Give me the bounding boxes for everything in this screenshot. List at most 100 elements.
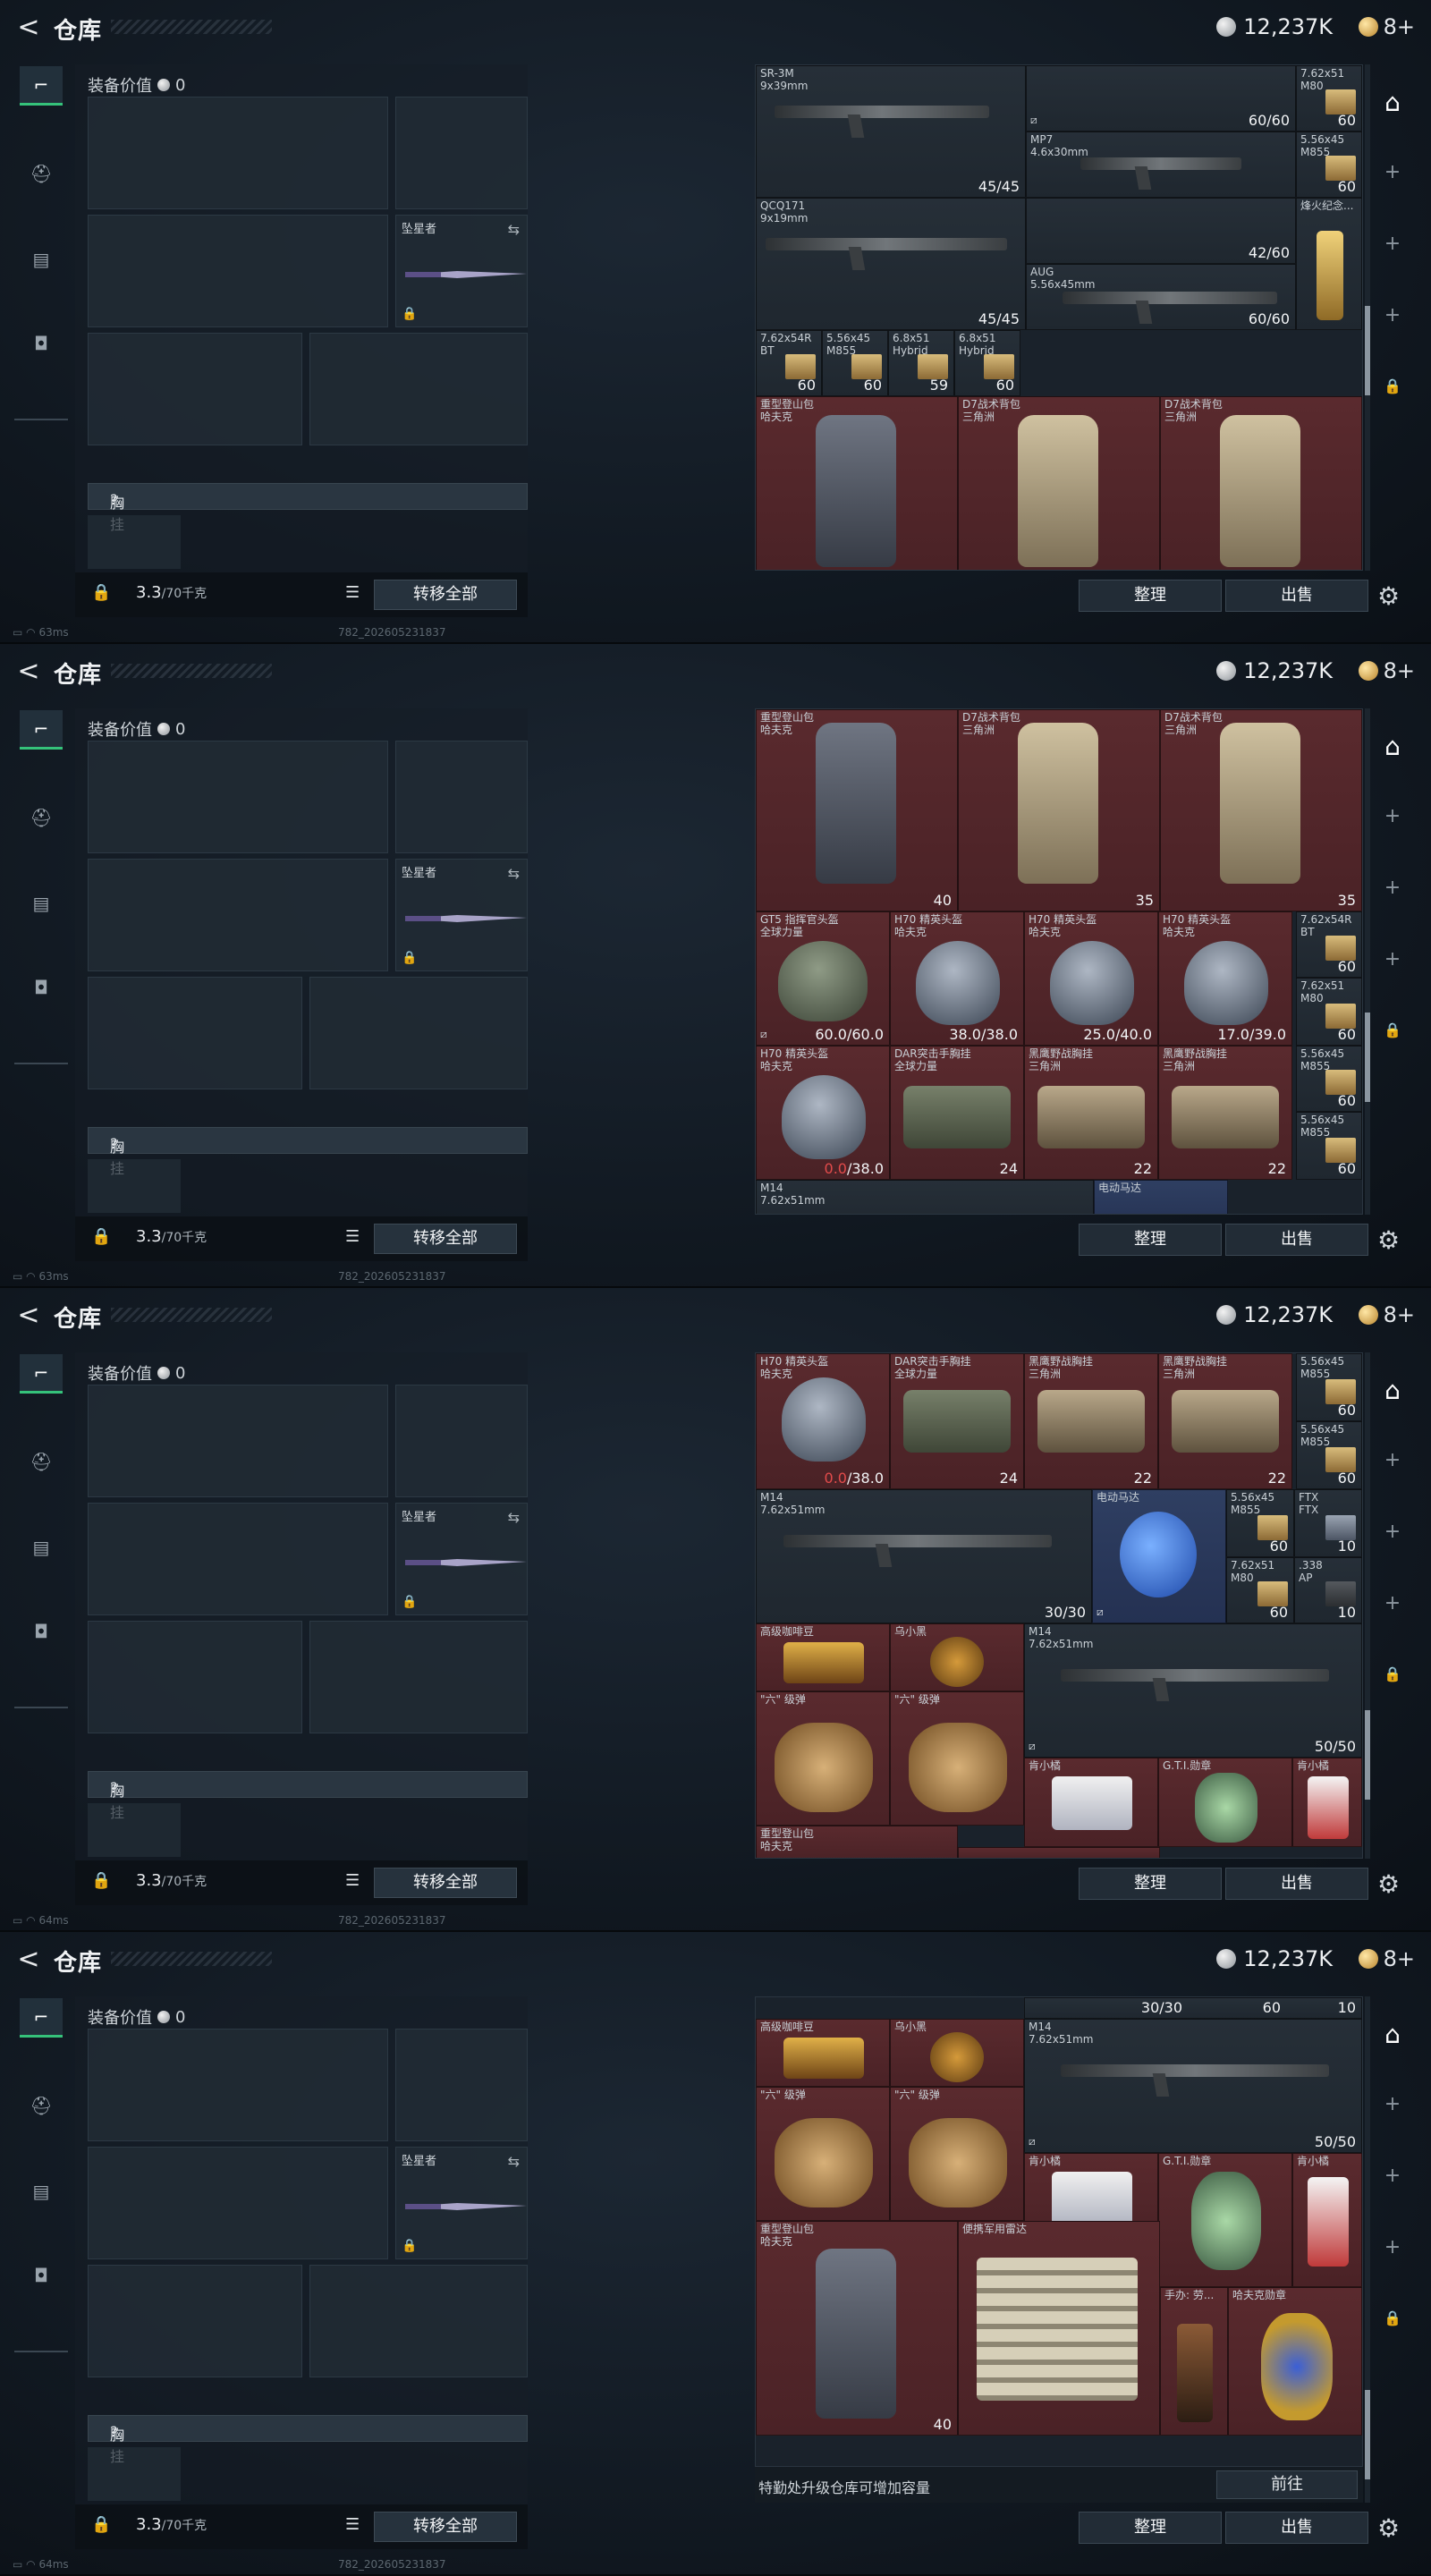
warehouse-rail-icon[interactable]: ⌂ xyxy=(1370,732,1415,761)
item-ammo-b4[interactable]: 5.56x45 M855 60 xyxy=(1296,1421,1362,1489)
item-sr3m[interactable]: SR-3M 9x39mm 45/45 xyxy=(756,65,1026,198)
warehouse-rail-icon[interactable]: ⌂ xyxy=(1370,2020,1415,2049)
item-ammo-b3[interactable]: 5.56x45 M855 60 xyxy=(1296,1046,1362,1112)
item-gear-white[interactable]: 肯小橘 xyxy=(1292,1758,1362,1847)
add-storage-icon-2[interactable]: + xyxy=(1370,2165,1415,2187)
item-m14-1-peek[interactable]: 30/30 60 10 xyxy=(1024,1997,1362,2019)
melee-slot[interactable]: 坠星者 ⇆ 🔒 xyxy=(395,859,528,971)
helmet-slot[interactable] xyxy=(88,977,302,1089)
currency-display[interactable]: 12,237K xyxy=(1216,1946,1333,1971)
help-icon[interactable]: ? xyxy=(110,2423,118,2440)
rig-slot[interactable] xyxy=(88,2447,181,2501)
gear-icon[interactable]: ⚙ xyxy=(1377,1225,1400,1255)
weapon-tab[interactable]: ⌐ xyxy=(20,1998,63,2038)
item-ammo-b4[interactable]: 5.56x45 M855 60 xyxy=(1296,1112,1362,1180)
item-ammo-c2[interactable]: FTX FTX 10 xyxy=(1294,1489,1362,1557)
item-gear-blue[interactable]: 肯小橘 xyxy=(1024,1758,1158,1847)
item-blackhawk-rig-2[interactable]: 黑鹰野战胸挂 三角洲 22 xyxy=(1158,1046,1292,1180)
back-button[interactable]: < xyxy=(13,13,45,45)
item-crow[interactable]: 乌小黑 xyxy=(890,2019,1024,2087)
item-h70-helmet-1[interactable]: H70 精英头盔 哈夫克 38.0/38.0 xyxy=(890,911,1024,1046)
add-storage-icon-2[interactable]: + xyxy=(1370,233,1415,255)
secondary-weapon-slot[interactable] xyxy=(88,2147,388,2259)
item-coffee[interactable]: 高级咖啡豆 xyxy=(756,2019,890,2087)
add-storage-icon-2[interactable]: + xyxy=(1370,877,1415,899)
inventory-tab[interactable]: ▤ xyxy=(20,1528,63,1567)
item-m14-2[interactable]: M14 7.62x51mm ⧄ 50/50 xyxy=(1024,1623,1362,1758)
gear-icon[interactable]: ⚙ xyxy=(1377,581,1400,611)
sort-button[interactable]: 整理 xyxy=(1079,1224,1222,1256)
back-button[interactable]: < xyxy=(13,1301,45,1333)
item-mp7-ammo[interactable]: 42/60 xyxy=(1026,198,1296,264)
premium-currency[interactable]: 8+ xyxy=(1358,658,1415,683)
add-storage-icon-3[interactable]: + xyxy=(1370,304,1415,326)
item-havk-medal[interactable]: 哈夫克勋章 xyxy=(1228,2287,1362,2436)
bag-tab[interactable]: ◘ xyxy=(20,2256,63,2295)
item-ammo-b2[interactable]: 7.62x51 M80 60 xyxy=(1296,978,1362,1046)
item-ammo-a3[interactable]: 6.8x51 Hybrid 59 xyxy=(888,330,954,396)
add-storage-icon-3[interactable]: + xyxy=(1370,1592,1415,1614)
swap-icon[interactable]: ⇆ xyxy=(508,221,520,238)
item-ammo-c4[interactable]: .338 AP 10 xyxy=(1294,1557,1362,1623)
premium-currency[interactable]: 8+ xyxy=(1358,1302,1415,1327)
item-h70-helmet-3[interactable]: H70 精英头盔 哈夫克 17.0/39.0 xyxy=(1158,911,1292,1046)
item-radar-peek[interactable] xyxy=(958,1847,1160,1858)
item-grade6-ammo-2[interactable]: "六" 级弹 xyxy=(890,2087,1024,2221)
storage-grid[interactable]: 30/30 60 10 高级咖啡豆 乌小黑 M14 7.62x51mm ⧄ 50/50 … xyxy=(755,1996,1363,2467)
weapon-tab[interactable]: ⌐ xyxy=(20,66,63,106)
item-m14-1[interactable]: M14 7.62x51mm 30/30 xyxy=(756,1489,1092,1623)
item-ammo-b3[interactable]: 5.56x45 M855 60 xyxy=(1296,1353,1362,1421)
armor-tab[interactable]: ⛑ xyxy=(20,1442,63,1481)
help-icon[interactable]: ? xyxy=(110,1779,118,1796)
armor-slot[interactable] xyxy=(309,2265,528,2377)
item-pack-1[interactable]: 重型登山包 哈夫克 xyxy=(756,396,958,570)
inventory-tab[interactable]: ▤ xyxy=(20,240,63,279)
item-figure[interactable]: 手办: 劳... xyxy=(1160,2287,1228,2436)
armor-slot[interactable] xyxy=(309,977,528,1089)
item-ammo-c1[interactable]: 5.56x45 M855 60 xyxy=(1226,1489,1294,1557)
weapon-tab[interactable]: ⌐ xyxy=(20,1354,63,1394)
sort-button[interactable]: 整理 xyxy=(1079,2512,1222,2544)
item-mp7[interactable]: MP7 4.6x30mm xyxy=(1026,131,1296,198)
item-h70-helmet-2[interactable]: H70 精英头盔 哈夫克 25.0/40.0 xyxy=(1024,911,1158,1046)
item-portable-radar[interactable]: 便携军用雷达 xyxy=(958,2221,1160,2436)
item-pack-2[interactable]: D7战术背包 三角洲 xyxy=(958,396,1160,570)
armor-slot[interactable] xyxy=(309,333,528,445)
item-h70-helmet-4[interactable]: H70 精英头盔 哈夫克 0.0/38.0 xyxy=(756,1353,890,1489)
swap-icon[interactable]: ⇆ xyxy=(508,865,520,882)
currency-display[interactable]: 12,237K xyxy=(1216,1302,1333,1327)
add-storage-icon[interactable]: + xyxy=(1370,161,1415,183)
item-blackhawk-rig-1[interactable]: 黑鹰野战胸挂 三角洲 22 xyxy=(1024,1046,1158,1180)
back-button[interactable]: < xyxy=(13,657,45,689)
add-storage-icon-3[interactable]: + xyxy=(1370,948,1415,970)
pistol-slot[interactable] xyxy=(395,2029,528,2141)
item-blackhawk-rig-1[interactable]: 黑鹰野战胸挂 三角洲 22 xyxy=(1024,1353,1158,1489)
transfer-all-button[interactable]: 转移全部 xyxy=(374,580,517,610)
transfer-all-button[interactable]: 转移全部 xyxy=(374,2512,517,2542)
secondary-weapon-slot[interactable] xyxy=(88,1503,388,1615)
help-icon[interactable]: ? xyxy=(110,491,118,508)
item-grade6-ammo-1[interactable]: "六" 级弹 xyxy=(756,1691,890,1826)
sell-button[interactable]: 出售 xyxy=(1225,2512,1368,2544)
premium-currency[interactable]: 8+ xyxy=(1358,1946,1415,1971)
bag-tab[interactable]: ◘ xyxy=(20,1612,63,1651)
item-pack-peek[interactable]: 重型登山包 哈夫克 xyxy=(756,1826,958,1858)
armor-slot[interactable] xyxy=(309,1621,528,1733)
item-gti-medal[interactable]: G.T.I.勋章 xyxy=(1158,2153,1292,2287)
item-dar-rig[interactable]: DAR突击手胸挂 全球力量 24 xyxy=(890,1046,1024,1180)
swap-icon[interactable]: ⇆ xyxy=(508,1509,520,1526)
secondary-weapon-slot[interactable] xyxy=(88,859,388,971)
item-ammo-a1[interactable]: 7.62x54R BT 60 xyxy=(756,330,822,396)
storage-grid[interactable]: 重型登山包 哈夫克 40 D7战术背包 三角洲 35 D7战术背包 三角洲 35 GT… xyxy=(755,708,1363,1215)
item-coffee[interactable]: 高级咖啡豆 xyxy=(756,1623,890,1691)
primary-weapon-slot[interactable] xyxy=(88,2029,388,2141)
sell-button[interactable]: 出售 xyxy=(1225,1224,1368,1256)
warehouse-rail-icon[interactable]: ⌂ xyxy=(1370,88,1415,117)
helmet-slot[interactable] xyxy=(88,1621,302,1733)
item-gt5-helmet[interactable]: GT5 指挥官头盔 全球力量 ⧄ 60.0/60.0 xyxy=(756,911,890,1046)
item-gear-white[interactable]: 肯小橘 xyxy=(1292,2153,1362,2287)
armor-tab[interactable]: ⛑ xyxy=(20,798,63,837)
item-blackhawk-rig-2[interactable]: 黑鹰野战胸挂 三角洲 22 xyxy=(1158,1353,1292,1489)
item-ammo-556[interactable]: 5.56x45 M855 60 xyxy=(1296,131,1362,198)
chest-rig-bar[interactable]: 胸挂 ? xyxy=(88,483,528,533)
